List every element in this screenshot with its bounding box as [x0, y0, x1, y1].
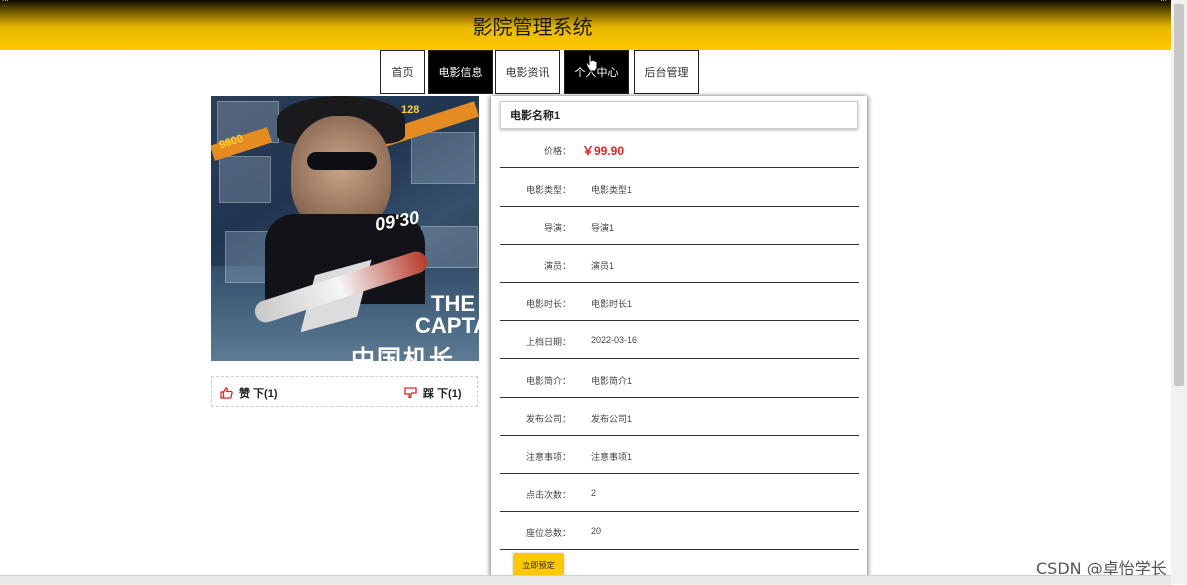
movie-poster: 9800 128 09'30 THE CAPTAIN 中国机长: [211, 96, 479, 361]
detail-key: 点击次数：: [525, 490, 571, 500]
detail-row: 电影时长： 电影时长1: [500, 283, 859, 321]
detail-key: 电影类型：: [525, 185, 571, 195]
detail-row: 电影简介： 电影简介1: [500, 360, 859, 398]
detail-key: 演员：: [543, 261, 571, 271]
poster-gold-text-2: 128: [401, 104, 420, 116]
detail-value: 20: [591, 526, 602, 536]
page-title: 影院管理系统: [472, 17, 593, 39]
scrollbar-thumb[interactable]: [1174, 4, 1184, 386]
nav-admin[interactable]: 后台管理: [634, 50, 699, 94]
movie-name: 电影名称1: [500, 101, 858, 129]
detail-price: ￥99.90: [582, 144, 625, 158]
detail-row-price: 价格： ￥99.90: [500, 130, 859, 168]
nav-movie-info[interactable]: 电影信息: [428, 50, 493, 94]
detail-value: 演员1: [591, 261, 615, 271]
top-right-fragment: ...: [1160, 0, 1167, 3]
detail-value: 导演1: [591, 223, 615, 233]
detail-key: 座位总数：: [525, 528, 571, 538]
detail-row: 演员： 演员1: [500, 245, 859, 283]
detail-row: 座位总数： 20: [500, 512, 859, 550]
nav-movie-news[interactable]: 电影资讯: [495, 50, 560, 94]
vote-bar: 赞 下(1) 踩 下(1): [211, 376, 478, 407]
detail-key: 上档日期：: [525, 337, 571, 347]
detail-row: 导演： 导演1: [500, 207, 859, 245]
detail-key: 导演：: [543, 223, 571, 233]
detail-value: 电影简介1: [591, 376, 633, 386]
detail-value: 电影时长1: [591, 299, 633, 309]
detail-key: 电影时长：: [525, 299, 571, 309]
detail-row: 发布公司： 发布公司1: [500, 398, 859, 436]
detail-key: 发布公司：: [525, 414, 571, 424]
detail-key: 价格：: [543, 146, 571, 156]
detail-value: 2: [591, 488, 597, 498]
detail-key: 电影简介：: [525, 376, 571, 386]
detail-key: 注意事项：: [525, 452, 571, 462]
like-button[interactable]: 赞 下(1): [220, 385, 278, 401]
detail-row: 电影类型： 电影类型1: [500, 169, 859, 207]
poster-title-en: THE CAPTAIN: [415, 291, 479, 338]
detail-row: 注意事项： 注意事项1: [500, 436, 859, 474]
dislike-label: 踩 下(1): [423, 388, 462, 400]
thumbs-up-icon: [220, 387, 233, 399]
detail-row: 上档日期： 2022-03-16: [500, 321, 859, 359]
detail-row: 点击次数： 2: [500, 474, 859, 512]
dislike-button[interactable]: 踩 下(1): [404, 385, 462, 401]
hand-cursor-icon: [585, 54, 598, 72]
nav-home[interactable]: 首页: [380, 50, 425, 94]
detail-value: 发布公司1: [591, 414, 633, 424]
like-label: 赞 下(1): [239, 388, 278, 400]
detail-value: 2022-03-16: [591, 335, 638, 345]
thumbs-down-icon: [404, 387, 417, 399]
vertical-scrollbar[interactable]: [1171, 0, 1187, 584]
detail-value: 注意事项1: [591, 452, 633, 462]
app-header: ... 影院管理系统 ...: [0, 0, 1171, 50]
top-left-fragment: ...: [2, 0, 9, 3]
detail-value: 电影类型1: [591, 185, 633, 195]
poster-title-cn: 中国机长: [351, 346, 455, 361]
